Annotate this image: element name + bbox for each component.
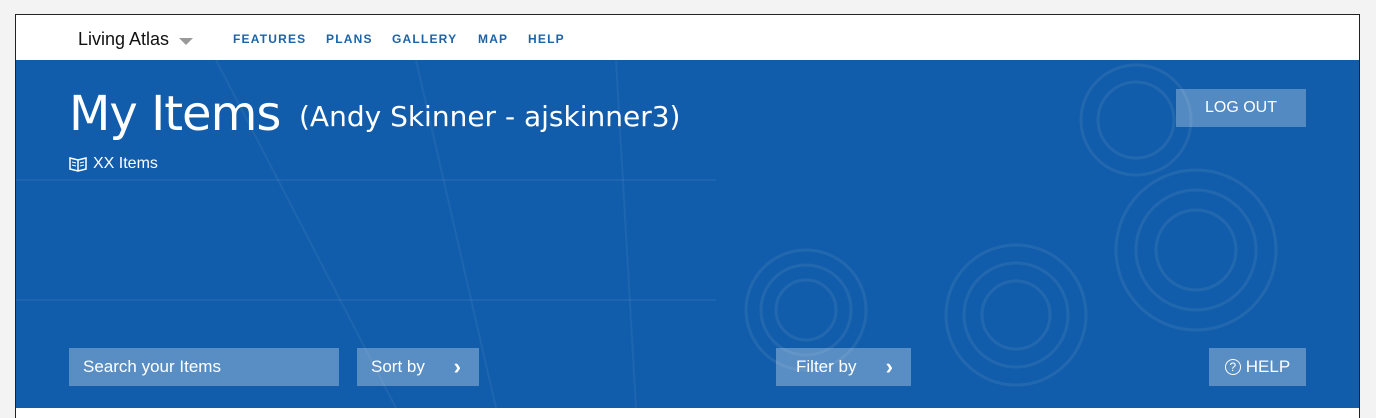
brand-menu[interactable]: Living Atlas (78, 29, 194, 50)
chevron-right-icon: › (885, 354, 893, 379)
item-count-label: XX Items (93, 155, 158, 172)
user-name: (Andy Skinner - ajskinner3) (299, 100, 681, 133)
search-box[interactable] (69, 348, 339, 386)
nav-link-features[interactable]: FEATURES (233, 32, 306, 46)
sort-button[interactable]: Sort by › (357, 348, 479, 386)
filter-label: Filter by (796, 357, 857, 376)
nav-link-plans[interactable]: PLANS (326, 32, 373, 46)
filter-button[interactable]: Filter by › (776, 348, 911, 386)
hero-banner: My Items (Andy Skinner - ajskinner3) XX … (16, 60, 1359, 408)
help-button[interactable]: ? HELP (1209, 348, 1306, 386)
top-navigation: Living Atlas FEATURES PLANS GALLERY MAP … (16, 15, 1359, 60)
page-title: My Items (69, 86, 281, 142)
nav-link-gallery[interactable]: GALLERY (392, 32, 457, 46)
sort-label: Sort by (371, 357, 425, 376)
help-label: HELP (1245, 357, 1291, 376)
chevron-down-icon (179, 38, 194, 45)
brand-label: Living Atlas (78, 29, 170, 49)
app-window: Living Atlas FEATURES PLANS GALLERY MAP … (15, 14, 1360, 418)
item-count: XX Items (69, 155, 158, 173)
book-icon (69, 157, 87, 172)
nav-link-help[interactable]: HELP (528, 32, 565, 46)
logout-button[interactable]: LOG OUT (1176, 89, 1306, 127)
nav-link-map[interactable]: MAP (478, 32, 508, 46)
question-circle-icon: ? (1224, 359, 1241, 375)
search-input[interactable] (83, 357, 323, 377)
chevron-right-icon: › (453, 354, 461, 379)
